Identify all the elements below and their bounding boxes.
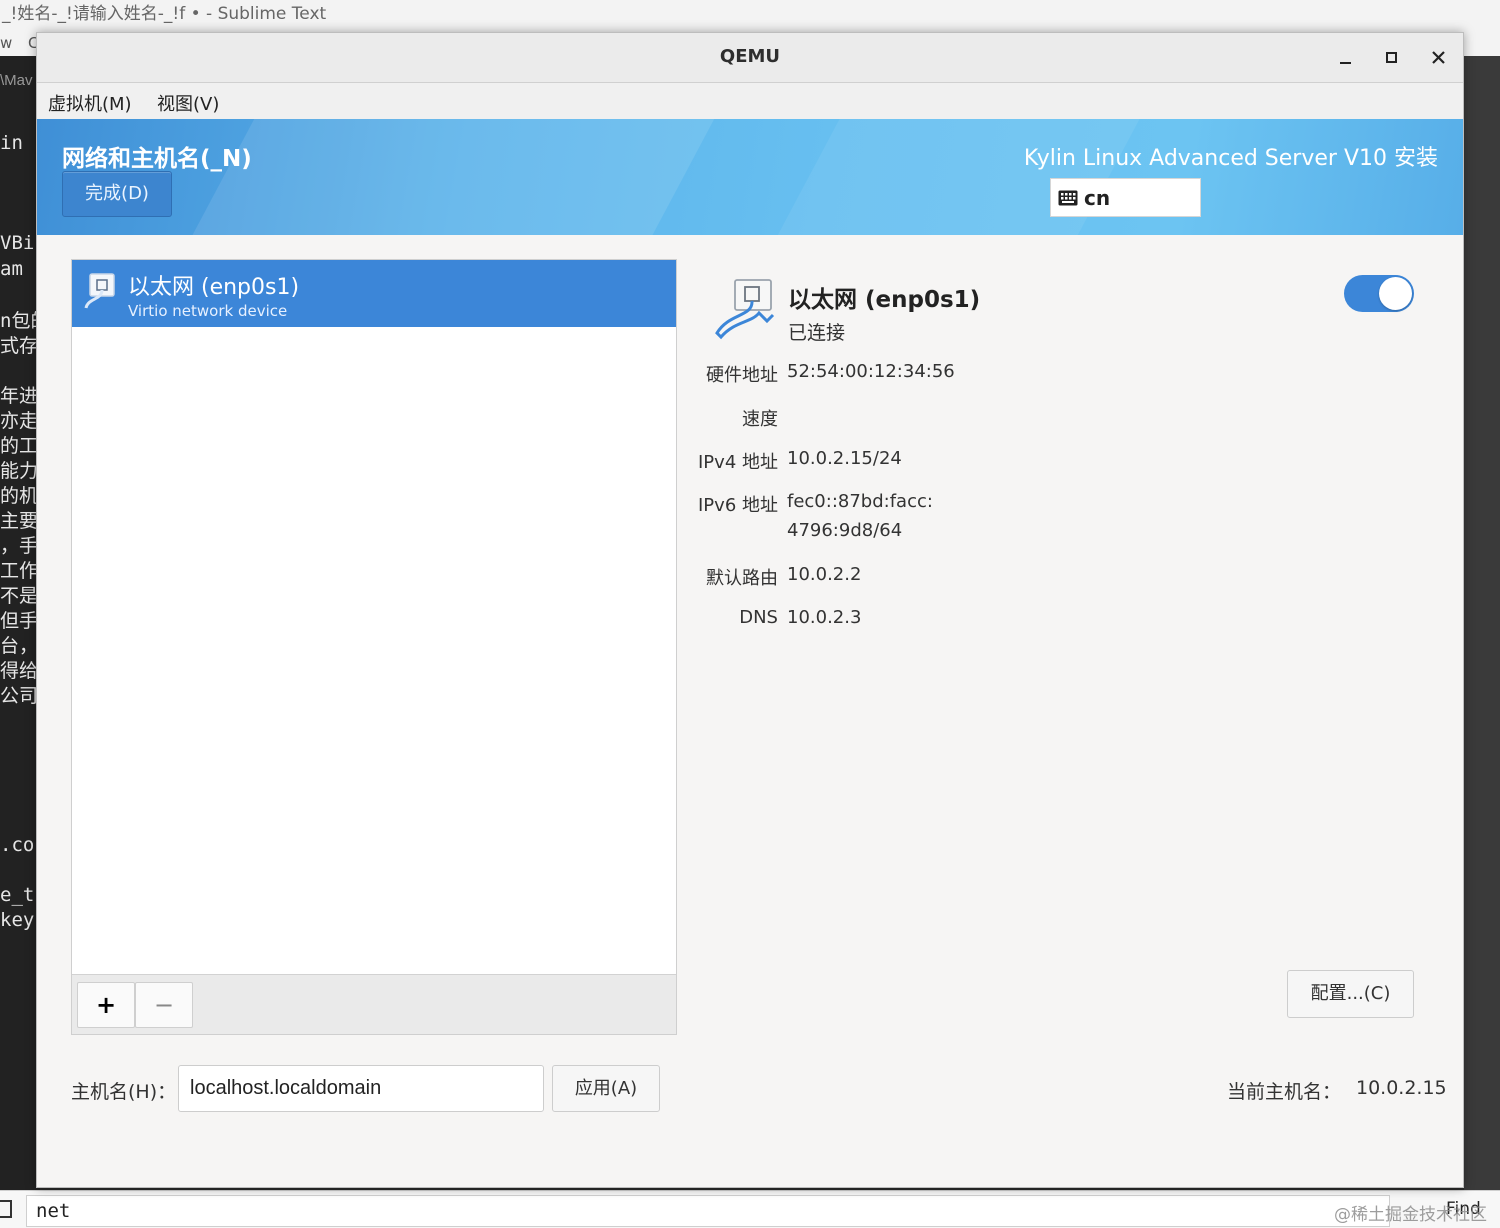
background-editor: \Mav in VBi am n包的 式存 年进 亦走 的工 能力 的机 主要 … bbox=[0, 56, 40, 1190]
editor-fragment: .co bbox=[0, 834, 35, 856]
done-button[interactable]: 完成(D) bbox=[62, 171, 172, 217]
product-title: Kylin Linux Advanced Server V10 安装 bbox=[1023, 146, 1438, 171]
keyboard-icon bbox=[1058, 190, 1078, 206]
watermark: @稀土掘金技术社区 bbox=[1334, 1205, 1487, 1225]
editor-fragment: 不是 bbox=[0, 585, 39, 607]
speed-label: 速度 bbox=[742, 409, 778, 430]
minimize-button[interactable] bbox=[1333, 45, 1359, 71]
find-checkbox-icon[interactable] bbox=[0, 1200, 12, 1218]
editor-fragment: \Mav bbox=[0, 72, 33, 89]
default-route-value: 10.0.2.2 bbox=[787, 564, 862, 585]
ethernet-icon bbox=[715, 279, 775, 340]
header-decoration bbox=[158, 119, 736, 235]
close-icon bbox=[1432, 51, 1445, 64]
hostname-label: 主机名(H)： bbox=[71, 1081, 177, 1103]
ipv6-address-value-continued: 4796:9d8/64 bbox=[787, 520, 903, 541]
default-route-label: 默认路由 bbox=[706, 568, 778, 589]
editor-fragment: am bbox=[0, 258, 23, 280]
editor-fragment: key bbox=[0, 909, 35, 931]
editor-fragment: 工作 bbox=[0, 560, 39, 582]
editor-fragment: n包的 bbox=[0, 310, 40, 332]
add-device-button[interactable]: + bbox=[77, 982, 135, 1028]
current-hostname-value: 10.0.2.15 bbox=[1356, 1077, 1447, 1099]
configure-button[interactable]: 配置...(C) bbox=[1287, 970, 1414, 1018]
keyboard-layout-label: cn bbox=[1084, 186, 1111, 210]
keyboard-layout-indicator[interactable]: cn bbox=[1050, 178, 1201, 217]
list-toolbar: + − bbox=[72, 974, 676, 1034]
menu-view[interactable]: 视图(V) bbox=[157, 90, 219, 116]
device-description: Virtio network device bbox=[128, 302, 288, 320]
editor-fragment: VBi bbox=[0, 232, 35, 254]
hostname-input[interactable] bbox=[178, 1065, 544, 1112]
current-hostname-label: 当前主机名： bbox=[1227, 1081, 1342, 1103]
find-bar: net Find @稀土掘金技术社区 bbox=[0, 1190, 1500, 1228]
device-detail-name: 以太网 (enp0s1) bbox=[788, 287, 981, 313]
header-decoration bbox=[743, 119, 1151, 235]
dns-value: 10.0.2.3 bbox=[787, 607, 862, 628]
qemu-titlebar[interactable]: QEMU bbox=[37, 33, 1463, 83]
minimize-icon bbox=[1340, 62, 1351, 64]
editor-fragment: 但手 bbox=[0, 610, 39, 632]
ipv4-address-label: IPv4 地址 bbox=[698, 452, 778, 473]
editor-fragment: 公司 bbox=[0, 685, 39, 707]
remove-device-button[interactable]: − bbox=[135, 982, 193, 1028]
editor-fragment: 亦走 bbox=[0, 410, 39, 432]
apply-button[interactable]: 应用(A) bbox=[552, 1065, 660, 1112]
editor-fragment: 得给 bbox=[0, 660, 39, 682]
editor-fragment: ，手 bbox=[0, 535, 39, 557]
list-item[interactable]: 以太网 (enp0s1) Virtio network device bbox=[72, 260, 676, 327]
hardware-address-label: 硬件地址 bbox=[706, 365, 778, 386]
editor-fragment: 主要 bbox=[0, 510, 39, 532]
maximize-icon bbox=[1386, 52, 1397, 63]
background-window-title: _!姓名-_!请输入姓名-_!f • - Sublime Text bbox=[0, 0, 1500, 30]
device-name: 以太网 (enp0s1) bbox=[128, 275, 300, 300]
editor-fragment: 的机 bbox=[0, 485, 39, 507]
editor-fragment: 台， bbox=[0, 635, 39, 657]
background-right-strip bbox=[1464, 56, 1500, 1190]
page-title: 网络和主机名(_N) bbox=[62, 146, 252, 172]
toggle-knob bbox=[1379, 277, 1412, 310]
editor-fragment: 式存 bbox=[0, 335, 39, 357]
editor-fragment: e_t bbox=[0, 884, 35, 906]
editor-fragment: 能力 bbox=[0, 460, 39, 482]
device-enable-toggle[interactable] bbox=[1344, 275, 1414, 312]
window-title: QEMU bbox=[719, 46, 781, 67]
hardware-address-value: 52:54:00:12:34:56 bbox=[787, 361, 955, 382]
ipv6-address-label: IPv6 地址 bbox=[698, 495, 778, 516]
background-fragment: w bbox=[0, 34, 13, 52]
dns-label: DNS bbox=[739, 607, 778, 628]
device-list: 以太网 (enp0s1) Virtio network device + − bbox=[71, 259, 677, 1035]
connection-status: 已连接 bbox=[788, 322, 846, 344]
editor-fragment: in bbox=[0, 132, 23, 154]
qemu-window: QEMU 虚拟机(M) 视图(V) 网络和主机名(_N) 完成(D) Kylin… bbox=[36, 32, 1464, 1188]
editor-fragment: 年进 bbox=[0, 385, 39, 407]
ethernet-icon bbox=[84, 273, 115, 309]
maximize-button[interactable] bbox=[1379, 45, 1405, 71]
ipv6-address-value: fec0::87bd:facc: bbox=[787, 491, 933, 512]
menu-machine[interactable]: 虚拟机(M) bbox=[48, 90, 132, 116]
menubar: 虚拟机(M) 视图(V) bbox=[37, 83, 1463, 119]
installer-header: 网络和主机名(_N) 完成(D) Kylin Linux Advanced Se… bbox=[37, 119, 1463, 235]
editor-fragment: 的工 bbox=[0, 435, 39, 457]
close-button[interactable] bbox=[1426, 45, 1452, 71]
ipv4-address-value: 10.0.2.15/24 bbox=[787, 448, 902, 469]
find-input[interactable]: net bbox=[26, 1195, 1390, 1227]
